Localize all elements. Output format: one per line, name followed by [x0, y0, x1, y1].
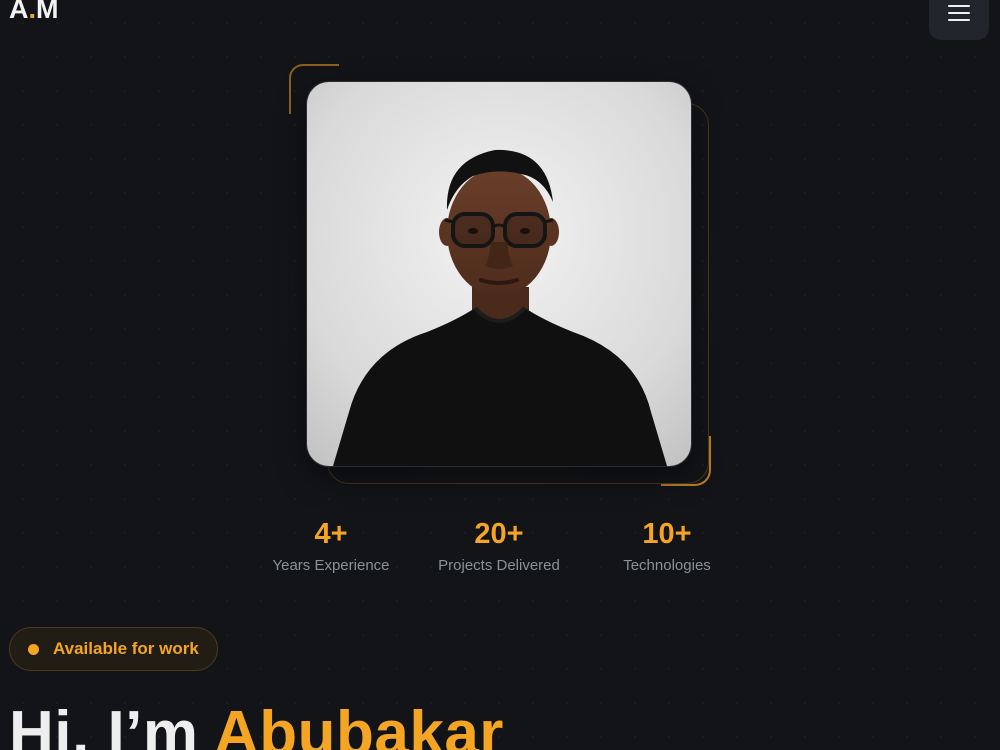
status-dot-icon [28, 643, 39, 655]
stat-value: 4+ [314, 518, 348, 550]
stat-years-experience: 4+ Years Experience [241, 515, 421, 577]
logo-dot: . [28, 0, 37, 24]
stat-value: 10+ [642, 518, 692, 550]
logo-letter-a: A [9, 0, 29, 24]
profile-portrait [307, 82, 691, 466]
profile-photo [307, 82, 691, 466]
stat-projects-delivered: 20+ Projects Delivered [409, 515, 589, 577]
stat-label: Years Experience [272, 557, 390, 574]
availability-text: Available for work [53, 639, 199, 658]
logo[interactable]: A.M [9, 0, 59, 24]
hero-heading: Hi, I’m Abubakar [9, 698, 504, 750]
hero-name: Abubakar [213, 699, 504, 750]
stat-value: 20+ [474, 518, 524, 550]
menu-button[interactable] [929, 0, 989, 40]
stat-label: Technologies [623, 557, 711, 574]
stat-technologies: 10+ Technologies [577, 515, 757, 577]
availability-badge: Available for work [9, 627, 218, 671]
stat-label: Projects Delivered [438, 557, 560, 574]
greeting: Hi, I’m [9, 699, 199, 750]
hamburger-menu-icon [929, 5, 989, 21]
logo-letter-m: M [36, 0, 59, 24]
